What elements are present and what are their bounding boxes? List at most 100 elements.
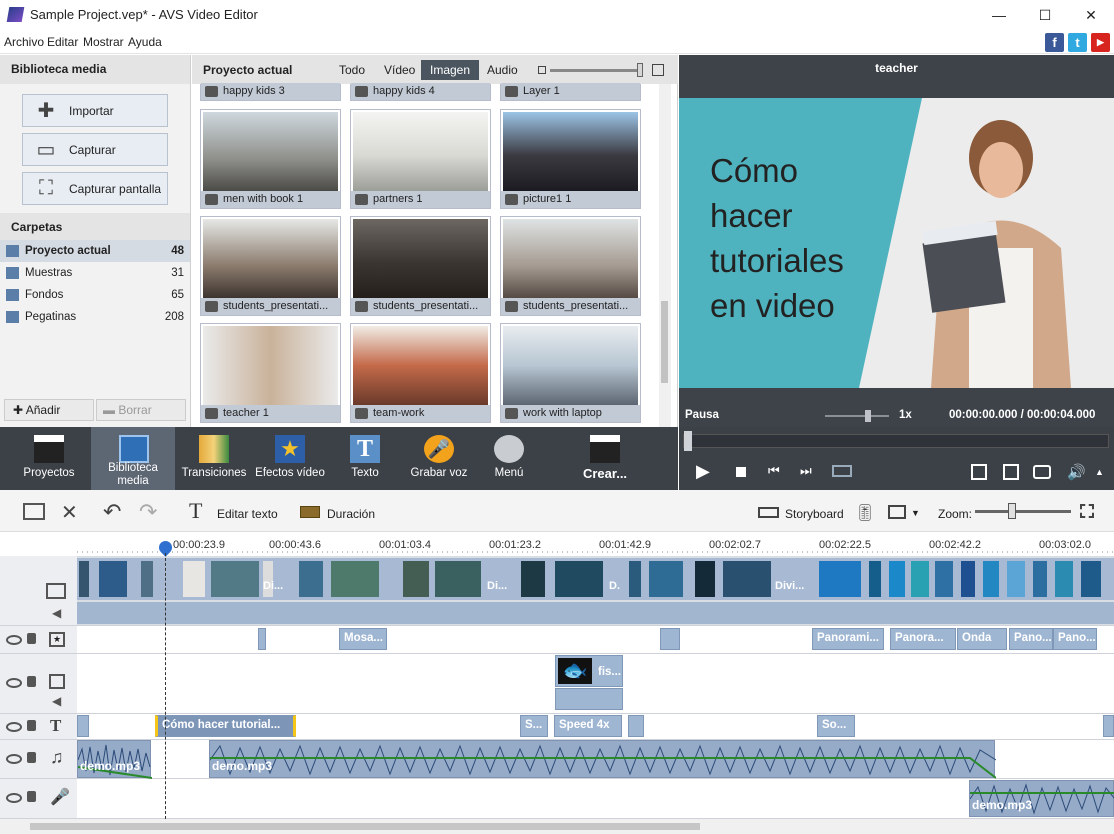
maximize-button[interactable]: ☐ [1022,0,1068,30]
storyboard-icon[interactable] [758,507,779,518]
menu-mostrar[interactable]: Mostrar [83,35,124,49]
lock-icon[interactable] [27,720,36,731]
duration-icon[interactable] [300,506,320,518]
thumb-size-slider[interactable] [550,69,642,72]
speed-slider[interactable] [825,415,889,417]
previous-frame-icon[interactable]: ⏮ [768,463,780,479]
effect-clip[interactable]: Panorami... [812,628,884,650]
storyboard-toggle-icon[interactable] [23,503,45,520]
lock-icon[interactable] [27,676,36,687]
youtube-icon[interactable]: ▶ [1091,33,1110,52]
text-clip[interactable] [77,715,89,737]
toolbar-create[interactable]: Crear... [567,427,643,490]
next-frame-icon[interactable]: ⏭ [800,463,812,479]
video-track[interactable]: Di... Di... D. Divi... [77,556,1114,626]
volume-icon[interactable]: 🔊 [1067,463,1086,481]
volume-arrow-icon[interactable]: ▲ [1095,467,1104,477]
audio-mixer-icon[interactable]: 🎚 [855,503,875,523]
filter-image-tab[interactable]: Imagen [421,60,480,80]
fit-timeline-icon[interactable] [1080,504,1094,518]
lock-icon[interactable] [27,633,36,644]
large-thumb-icon[interactable] [652,64,664,76]
snapshot-camera-icon[interactable] [1033,465,1051,479]
import-button[interactable]: ✚ Importar [22,94,168,127]
toolbar-video-effects[interactable]: ★ Efectos vídeo [252,427,328,490]
media-item[interactable]: Layer 1 [500,83,641,101]
media-item[interactable]: students_presentati... [350,216,491,316]
remove-folder-button[interactable]: ▬ Borrar [96,399,186,421]
text-clip[interactable]: S... [520,715,548,737]
effect-clip[interactable] [258,628,266,650]
filter-all-tab[interactable]: Todo [330,60,374,80]
toolbar-projects[interactable]: Proyectos [11,427,87,490]
music-clip[interactable]: demo.mp3 [209,740,996,779]
effect-clip[interactable]: Onda [957,628,1007,650]
media-item[interactable]: happy kids 3 [200,83,341,101]
zoom-handle[interactable] [1008,503,1016,519]
redo-icon[interactable]: ↷ [139,499,157,525]
split-icon[interactable] [832,465,852,477]
text-clip[interactable]: Speed 4x [554,715,622,737]
media-item[interactable]: partners 1 [350,109,491,209]
minimize-button[interactable]: — [976,0,1022,30]
toolbar-transitions[interactable]: Transiciones [176,427,252,490]
media-item[interactable]: team-work [350,323,491,423]
twitter-icon[interactable]: t [1068,33,1087,52]
voice-track[interactable]: demo.mp3 [77,779,1114,819]
slider-handle[interactable] [637,63,643,77]
toolbar-record-voice[interactable]: 🎤 Grabar voz [401,427,477,490]
storyboard-button[interactable]: Storyboard [785,507,844,521]
toolbar-menu[interactable]: Menú [471,427,547,490]
capture-button[interactable]: ▭ Capturar [22,133,168,166]
effect-clip[interactable] [660,628,680,650]
fullscreen-icon[interactable] [971,464,987,480]
effect-clip[interactable]: Pano... [1053,628,1097,650]
scrollbar-thumb[interactable] [661,301,668,383]
effect-clip[interactable]: Mosa... [339,628,387,650]
media-item[interactable]: men with book 1 [200,109,341,209]
effect-clip[interactable]: Panora... [890,628,956,650]
eye-icon[interactable] [6,754,22,764]
media-item[interactable]: teacher 1 [200,323,341,423]
facebook-icon[interactable]: f [1045,33,1064,52]
seek-bar[interactable] [683,434,1109,448]
music-clip[interactable]: demo.mp3 [77,740,152,779]
menu-ayuda[interactable]: Ayuda [128,35,162,49]
close-button[interactable]: ✕ [1068,0,1114,30]
text-track[interactable]: Cómo hacer tutorial... S... Speed 4x So.… [77,714,1114,740]
small-thumb-icon[interactable] [538,66,546,74]
music-track[interactable]: demo.mp3 demo.mp3 [77,740,1114,779]
overlay-audio-clip[interactable] [555,688,623,710]
edit-text-icon[interactable]: T [189,498,202,524]
aspect-dropdown-icon[interactable]: ▼ [911,508,920,518]
text-clip[interactable]: So... [817,715,855,737]
text-clip[interactable] [1103,715,1114,737]
speaker-mute-icon[interactable]: ◀ [52,694,61,708]
edit-text-button[interactable]: Editar texto [217,507,278,521]
duration-button[interactable]: Duración [327,507,375,521]
eye-icon[interactable] [6,678,22,688]
text-clip[interactable] [628,715,644,737]
detach-preview-icon[interactable] [1003,464,1019,480]
effects-track[interactable]: Mosa... Panorami... Panora... Onda Pano.… [77,626,1114,654]
voice-clip[interactable]: demo.mp3 [969,780,1114,817]
menu-archivo[interactable]: Archivo [4,35,44,49]
media-item[interactable]: students_presentati... [500,216,641,316]
lock-icon[interactable] [27,791,36,802]
overlay-track[interactable]: fis... 🐟 [77,654,1114,714]
eye-icon[interactable] [6,635,22,645]
delete-icon[interactable]: ✕ [61,500,78,525]
folder-pegatinas[interactable]: Pegatinas 208 [0,306,190,328]
media-item[interactable]: students_presentati... [200,216,341,316]
stop-icon[interactable] [736,467,746,477]
media-item[interactable]: work with laptop [500,323,641,423]
text-clip-selected[interactable]: Cómo hacer tutorial... [155,715,296,737]
zoom-slider[interactable] [975,510,1071,513]
menu-editar[interactable]: Editar [47,35,78,49]
toolbar-media-library[interactable]: Biblioteca media [91,427,175,490]
folder-proyecto-actual[interactable]: Proyecto actual 48 [0,240,190,262]
add-folder-button[interactable]: ✚ Añadir [4,399,94,421]
capture-screen-button[interactable]: ⛶ Capturar pantalla [22,172,168,205]
timeline-ruler[interactable]: 00:00:23.9 00:00:43.6 00:01:03.4 00:01:2… [77,532,1114,556]
folder-fondos[interactable]: Fondos 65 [0,284,190,306]
